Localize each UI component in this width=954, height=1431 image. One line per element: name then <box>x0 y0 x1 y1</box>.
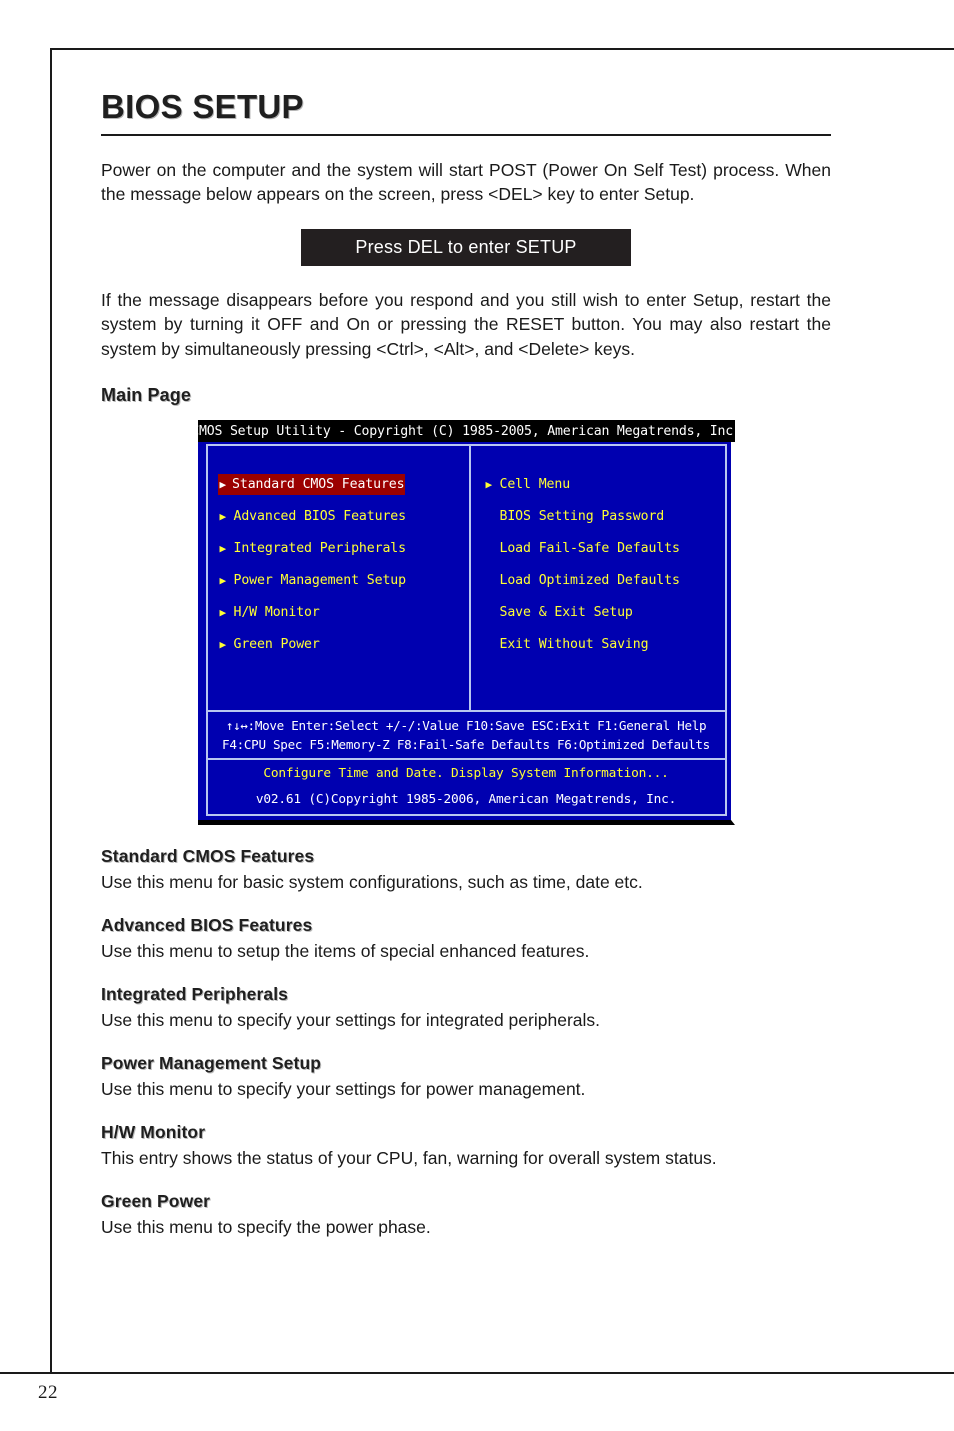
bios-left-menu-item-label: Power Management Setup <box>233 572 407 588</box>
bios-left-menu-row: ▶ Power Management Setup <box>220 564 466 596</box>
description-entry: H/W Monitor This entry shows the status o… <box>101 1122 831 1170</box>
bios-left-menu-item-label: Advanced BIOS Features <box>233 508 407 524</box>
bios-footer: Configure Time and Date. Display System … <box>208 760 725 814</box>
bios-right-menu-item[interactable]: ▶Save & Exit Setup <box>486 596 633 628</box>
bios-left-menu-row: ▶ Green Power <box>220 628 466 660</box>
intro-paragraph-1: Power on the computer and the system wil… <box>101 159 831 205</box>
description-title: Advanced BIOS Features <box>101 915 313 936</box>
bios-right-menu-item[interactable]: ▶Load Fail-Safe Defaults <box>486 532 680 564</box>
bios-left-menu-item[interactable]: ▶ Green Power <box>220 628 320 660</box>
description-text: Use this menu for basic system configura… <box>101 872 643 893</box>
description-entry: Power Management Setup Use this menu to s… <box>101 1053 831 1101</box>
triangle-bullet-icon: ▶ <box>486 543 500 554</box>
bios-right-menu-row: ▶Load Fail-Safe Defaults <box>486 532 721 564</box>
bios-left-menu-row: ▶ H/W Monitor <box>220 596 466 628</box>
page-frame-left-rule <box>50 48 52 1373</box>
description-entry: Standard CMOS Features Use this menu for … <box>101 846 831 894</box>
description-entry: Green Power Use this menu to specify the … <box>101 1191 831 1239</box>
triangle-bullet-icon: ▶ <box>219 477 227 491</box>
bios-status-hint: Configure Time and Date. Display System … <box>263 766 669 782</box>
title-underline-rule <box>101 133 831 136</box>
description-text: Use this menu to setup the items of spec… <box>101 941 590 962</box>
triangle-bullet-icon: ▶ <box>486 575 500 586</box>
bios-left-menu-item[interactable]: ▶ H/W Monitor <box>220 596 320 628</box>
bios-right-menu-item-label: BIOS Setting Password <box>499 508 665 524</box>
page-frame-top-rule <box>50 48 954 50</box>
bios-right-menu-item-label: Exit Without Saving <box>499 636 649 652</box>
description-entry: Integrated Peripherals Use this menu to s… <box>101 984 831 1032</box>
page-number: 22 <box>38 1382 58 1403</box>
bios-left-menu-item-label: Standard CMOS Features <box>232 476 405 492</box>
page-title: BIOS SETUP <box>101 88 304 125</box>
bios-right-menu-row: ▶Load Optimized Defaults <box>486 564 721 596</box>
triangle-bullet-icon: ▶ <box>486 607 500 618</box>
bios-left-menu-item-label: Integrated Peripherals <box>233 540 407 556</box>
bios-right-menu-row: ▶ Cell Menu <box>486 468 721 500</box>
bios-left-menu-item[interactable]: ▶ Power Management Setup <box>219 564 407 596</box>
bios-help-line-1: ↑↓↔:Move Enter:Select +/-/:Value F10:Sav… <box>225 718 707 734</box>
triangle-bullet-icon: ▶ <box>486 511 500 522</box>
description-title: Green Power <box>101 1191 211 1212</box>
triangle-bullet-icon: ▶ <box>219 637 227 651</box>
bios-screen-body: ▶ Standard CMOS Features ▶ Advanced BIOS Fe… <box>205 444 727 817</box>
description-text: Use this menu to specify your settings f… <box>101 1010 600 1031</box>
triangle-bullet-icon: ▶ <box>219 605 227 619</box>
bios-right-menu-item[interactable]: ▶BIOS Setting Password <box>486 500 665 532</box>
bios-left-menu-row: ▶ Integrated Peripherals <box>220 532 466 564</box>
triangle-bullet-icon: ▶ <box>219 509 227 523</box>
bios-right-menu-item-label: Load Optimized Defaults <box>499 572 680 588</box>
bios-column-divider <box>468 446 471 711</box>
bios-left-menu-item-label: H/W Monitor <box>233 604 320 620</box>
triangle-bullet-icon: ▶ <box>486 639 500 650</box>
post-message-box: Press DEL to enter SETUP <box>301 228 631 266</box>
description-title: Standard CMOS Features <box>101 846 315 867</box>
bios-right-menu-item[interactable]: ▶Load Optimized Defaults <box>486 564 680 596</box>
bios-right-menu-column: ▶Cell Menu▶BIOS Setting Password▶Load Fa… <box>486 446 721 660</box>
bios-menu-area: ▶ Standard CMOS Features ▶ Advanced BIOS Fe… <box>208 446 725 711</box>
bios-help-line-2: F4:CPU Spec F5:Memory-Z F8:Fail-Safe Def… <box>222 737 710 753</box>
description-title: Integrated Peripherals <box>101 984 288 1005</box>
bios-right-menu-item-label: Save & Exit Setup <box>499 604 633 620</box>
description-text: This entry shows the status of your CPU,… <box>101 1148 717 1169</box>
triangle-bullet-icon: ▶ <box>485 477 493 491</box>
bios-titlebar: CMOS Setup Utility - Copyright (C) 1985-… <box>191 420 741 443</box>
description-title: H/W Monitor <box>101 1122 206 1143</box>
bios-right-menu-item-label: Load Fail-Safe Defaults <box>499 540 680 556</box>
menu-descriptions: Standard CMOS Features Use this menu for … <box>101 846 831 1239</box>
bios-left-menu-item-label: Green Power <box>233 636 320 652</box>
page-content: BIOS SETUP Power on the computer and the… <box>101 60 831 1239</box>
bios-left-menu-column: ▶ Standard CMOS Features ▶ Advanced BIOS Fe… <box>217 446 466 660</box>
bios-left-menu-item[interactable]: ▶ Integrated Peripherals <box>219 532 407 564</box>
description-text: Use this menu to specify your settings f… <box>101 1079 586 1100</box>
triangle-bullet-icon: ▶ <box>219 573 227 587</box>
bios-right-menu-item-label: Cell Menu <box>499 476 571 492</box>
bios-setup-screenshot: CMOS Setup Utility - Copyright (C) 1985-… <box>191 420 741 826</box>
bios-right-menu-item[interactable]: ▶Exit Without Saving <box>486 628 649 660</box>
page-frame-bottom-rule <box>0 1372 954 1374</box>
intro-paragraph-2: If the message disappears before you res… <box>101 289 831 359</box>
main-page-heading: Main Page <box>101 385 191 406</box>
description-title: Power Management Setup <box>101 1053 322 1074</box>
description-text: Use this menu to specify the power phase… <box>101 1217 431 1238</box>
triangle-bullet-icon: ▶ <box>219 541 227 555</box>
bios-key-help-bar: ↑↓↔:Move Enter:Select +/-/:Value F10:Sav… <box>208 712 725 758</box>
bios-left-menu-item[interactable]: ▶ Advanced BIOS Features <box>219 500 407 532</box>
bios-copyright: v02.61 (C)Copyright 1985-2006, American … <box>255 792 677 808</box>
description-entry: Advanced BIOS Features Use this menu to s… <box>101 915 831 963</box>
bios-right-menu-row: ▶Save & Exit Setup <box>486 596 721 628</box>
bios-left-menu-row: ▶ Standard CMOS Features <box>217 468 466 500</box>
bios-right-menu-row: ▶BIOS Setting Password <box>486 500 721 532</box>
bios-left-menu-item[interactable]: ▶ Standard CMOS Features <box>217 473 405 495</box>
bios-right-menu-item[interactable]: ▶ Cell Menu <box>486 468 571 500</box>
bios-right-menu-row: ▶Exit Without Saving <box>486 628 721 660</box>
bios-left-menu-row: ▶ Advanced BIOS Features <box>220 500 466 532</box>
